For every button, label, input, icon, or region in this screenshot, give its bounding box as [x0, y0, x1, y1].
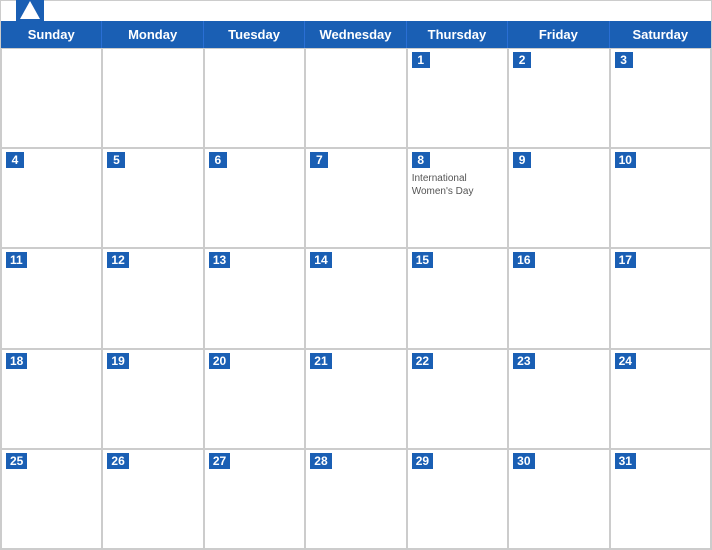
date-number: 20	[209, 353, 230, 369]
date-number: 18	[6, 353, 27, 369]
calendar-day-21: 21	[305, 349, 406, 449]
logo-area	[16, 0, 48, 25]
calendar-day-16: 16	[508, 248, 609, 348]
event-label: International Women's Day	[412, 172, 503, 198]
empty-cell	[102, 48, 203, 148]
date-number: 26	[107, 453, 128, 469]
date-number: 1	[412, 52, 430, 68]
day-header-thursday: Thursday	[407, 21, 508, 48]
date-number: 6	[209, 152, 227, 168]
calendar-day-15: 15	[407, 248, 508, 348]
empty-cell	[1, 48, 102, 148]
date-number: 16	[513, 252, 534, 268]
calendar-day-9: 9	[508, 148, 609, 248]
date-number: 9	[513, 152, 531, 168]
day-header-friday: Friday	[508, 21, 609, 48]
date-number: 15	[412, 252, 433, 268]
empty-cell	[305, 48, 406, 148]
calendar-day-11: 11	[1, 248, 102, 348]
date-number: 8	[412, 152, 430, 168]
date-number: 21	[310, 353, 331, 369]
calendar-day-17: 17	[610, 248, 711, 348]
calendar-container: Sunday Monday Tuesday Wednesday Thursday…	[0, 0, 712, 550]
date-number: 3	[615, 52, 633, 68]
date-number: 28	[310, 453, 331, 469]
empty-cell	[204, 48, 305, 148]
date-number: 2	[513, 52, 531, 68]
calendar-grid: 12345678International Women's Day9101112…	[1, 48, 711, 549]
calendar-day-28: 28	[305, 449, 406, 549]
calendar-day-22: 22	[407, 349, 508, 449]
date-number: 27	[209, 453, 230, 469]
date-number: 13	[209, 252, 230, 268]
calendar-day-10: 10	[610, 148, 711, 248]
generalblue-logo-icon	[16, 0, 44, 25]
date-number: 7	[310, 152, 328, 168]
calendar-day-27: 27	[204, 449, 305, 549]
calendar-day-24: 24	[610, 349, 711, 449]
day-header-tuesday: Tuesday	[204, 21, 305, 48]
date-number: 31	[615, 453, 636, 469]
date-number: 4	[6, 152, 24, 168]
date-number: 29	[412, 453, 433, 469]
date-number: 22	[412, 353, 433, 369]
calendar-day-31: 31	[610, 449, 711, 549]
calendar-day-1: 1	[407, 48, 508, 148]
calendar-day-6: 6	[204, 148, 305, 248]
calendar-day-3: 3	[610, 48, 711, 148]
date-number: 5	[107, 152, 125, 168]
calendar-day-20: 20	[204, 349, 305, 449]
calendar-day-26: 26	[102, 449, 203, 549]
day-header-sunday: Sunday	[1, 21, 102, 48]
calendar-day-7: 7	[305, 148, 406, 248]
calendar-day-8: 8 International Women's Day	[407, 148, 508, 248]
date-number: 24	[615, 353, 636, 369]
calendar-day-18: 18	[1, 349, 102, 449]
calendar-day-14: 14	[305, 248, 406, 348]
date-number: 30	[513, 453, 534, 469]
calendar-day-25: 25	[1, 449, 102, 549]
day-header-saturday: Saturday	[610, 21, 711, 48]
calendar-day-4: 4	[1, 148, 102, 248]
date-number: 25	[6, 453, 27, 469]
calendar-day-29: 29	[407, 449, 508, 549]
date-number: 17	[615, 252, 636, 268]
calendar-day-2: 2	[508, 48, 609, 148]
date-number: 12	[107, 252, 128, 268]
day-headers: Sunday Monday Tuesday Wednesday Thursday…	[1, 21, 711, 48]
calendar-day-12: 12	[102, 248, 203, 348]
date-number: 23	[513, 353, 534, 369]
day-header-monday: Monday	[102, 21, 203, 48]
date-number: 10	[615, 152, 636, 168]
date-number: 14	[310, 252, 331, 268]
calendar-day-23: 23	[508, 349, 609, 449]
day-header-wednesday: Wednesday	[305, 21, 406, 48]
calendar-day-30: 30	[508, 449, 609, 549]
calendar-day-5: 5	[102, 148, 203, 248]
date-number: 19	[107, 353, 128, 369]
calendar-day-19: 19	[102, 349, 203, 449]
calendar-header	[1, 1, 711, 21]
calendar-day-13: 13	[204, 248, 305, 348]
date-number: 11	[6, 252, 27, 268]
